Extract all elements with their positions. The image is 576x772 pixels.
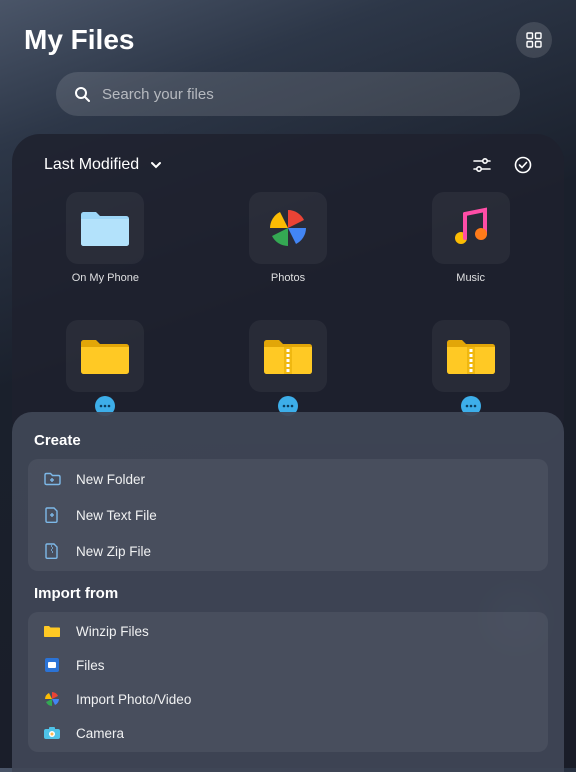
folder-zip-icon [262,335,314,377]
import-photo-video[interactable]: Import Photo/Video [28,682,548,716]
sort-label: Last Modified [44,156,139,174]
action-label: Import Photo/Video [76,692,191,707]
dots-icon [282,404,294,408]
folder-yellow-icon [79,335,131,377]
import-section-title: Import from [28,571,548,612]
action-label: Winzip Files [76,624,149,639]
create-section-title: Create [28,428,548,459]
action-label: Camera [76,726,124,741]
photos-small-icon [42,689,62,709]
file-zip-icon [42,541,62,561]
file-plus-icon [42,505,62,525]
import-files[interactable]: Files [28,648,548,682]
folder-zip-icon [445,335,497,377]
grid-icon [526,32,542,48]
file-label: Photos [271,272,305,284]
filter-icon[interactable] [472,156,492,174]
photos-pinwheel-icon [266,206,310,250]
action-label: New Text File [76,508,157,523]
files-panel: Last Modified On My Phone [12,134,564,444]
music-notes-icon [449,206,493,250]
search-input[interactable]: Search your files [56,72,520,116]
file-label: Music [456,272,485,284]
sort-dropdown[interactable]: Last Modified [44,156,163,174]
dots-icon [465,404,477,408]
folder-phone-icon [79,207,131,249]
dots-icon [99,404,111,408]
create-new-folder[interactable]: New Folder [28,461,548,497]
action-label: Files [76,658,105,673]
action-sheet: Create New Folder New Text File New Zip … [12,412,564,772]
action-label: New Zip File [76,544,151,559]
action-label: New Folder [76,472,145,487]
check-circle-icon[interactable] [514,156,532,174]
files-app-icon [42,655,62,675]
file-tile-zip-1[interactable] [227,320,350,416]
file-tile-photos[interactable]: Photos [227,192,350,284]
chevron-down-icon [149,158,163,172]
file-label: On My Phone [72,272,139,284]
file-tile-folder[interactable] [44,320,167,416]
create-new-zip-file[interactable]: New Zip File [28,533,548,569]
import-winzip-files[interactable]: Winzip Files [28,614,548,648]
file-tile-zip-2[interactable] [409,320,532,416]
import-camera[interactable]: Camera [28,716,548,750]
page-title: My Files [24,24,134,56]
file-tile-on-my-phone[interactable]: On My Phone [44,192,167,284]
search-icon [74,86,90,102]
create-new-text-file[interactable]: New Text File [28,497,548,533]
search-placeholder: Search your files [102,86,214,103]
camera-icon [42,723,62,743]
folder-yellow-small-icon [42,621,62,641]
file-tile-music[interactable]: Music [409,192,532,284]
folder-plus-icon [42,469,62,489]
grid-view-button[interactable] [516,22,552,58]
